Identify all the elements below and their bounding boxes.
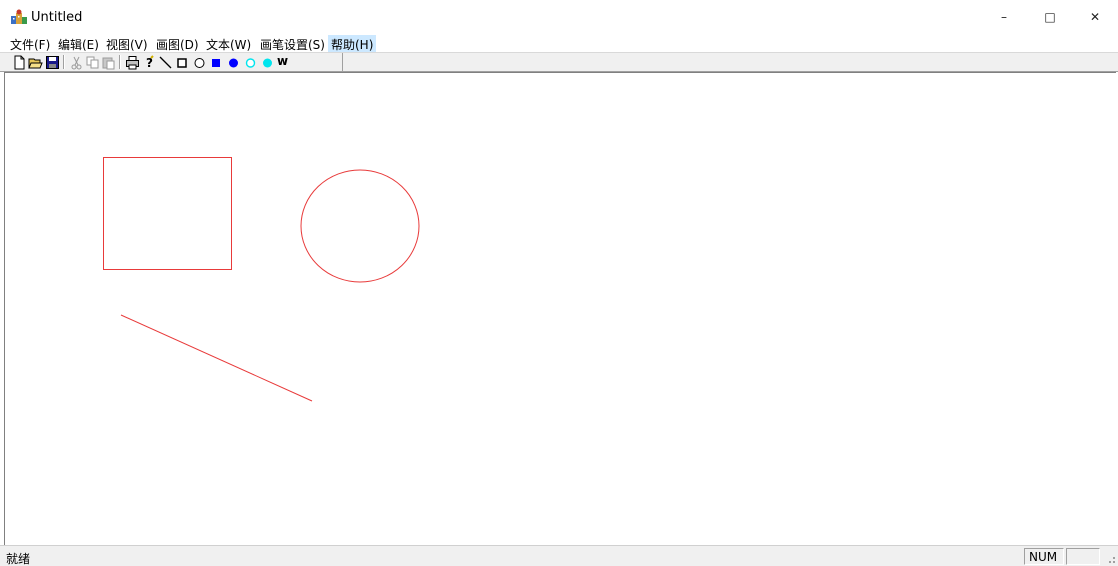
num-lock-indicator: NUM xyxy=(1024,548,1064,565)
open-folder-icon[interactable] xyxy=(28,55,43,70)
new-document-icon[interactable] xyxy=(12,55,27,70)
menu-file[interactable]: 文件(F) xyxy=(7,35,53,52)
cyan-ellipse-tool-icon[interactable] xyxy=(260,55,275,70)
menu-text[interactable]: 文本(W) xyxy=(203,35,254,52)
text-tool-icon[interactable]: w xyxy=(277,54,292,69)
cyan-rectangle-tool-icon[interactable] xyxy=(243,55,258,70)
close-icon: ✕ xyxy=(1089,10,1101,24)
copy-icon[interactable] xyxy=(85,55,100,70)
toolbar-buttons: ? w xyxy=(8,53,343,71)
help-icon[interactable]: ? xyxy=(142,55,157,70)
status-message: 就绪 xyxy=(6,552,31,566)
toolbar-separator xyxy=(119,55,121,69)
line-tool-icon[interactable] xyxy=(158,55,173,70)
minimize-button[interactable]: – xyxy=(981,0,1027,34)
filled-ellipse-tool-icon[interactable] xyxy=(226,55,241,70)
drawing-canvas[interactable] xyxy=(4,72,1116,545)
menu-view[interactable]: 视图(V) xyxy=(103,35,151,52)
rectangle-tool-icon[interactable] xyxy=(175,55,190,70)
status-bar: 就绪 NUM xyxy=(0,545,1118,566)
resize-grip-icon[interactable] xyxy=(1104,552,1116,564)
maximize-icon: □ xyxy=(1044,10,1056,24)
drawn-ellipse[interactable] xyxy=(300,169,420,283)
menu-pen-settings[interactable]: 画笔设置(S) xyxy=(257,35,328,52)
paste-icon[interactable] xyxy=(101,55,116,70)
toolbar-separator xyxy=(63,55,65,69)
title-bar: Untitled – □ ✕ xyxy=(0,0,1118,34)
print-icon[interactable] xyxy=(125,55,140,70)
toolbar: ? w xyxy=(0,53,1118,72)
menu-help[interactable]: 帮助(H) xyxy=(328,35,377,52)
save-icon[interactable] xyxy=(45,55,60,70)
drawn-line[interactable] xyxy=(120,314,313,402)
status-pane-empty xyxy=(1066,548,1100,565)
menu-bar: 文件(F) 编辑(E) 视图(V) 画图(D) 文本(W) 画笔设置(S) 帮助… xyxy=(0,34,1118,53)
minimize-icon: – xyxy=(1001,10,1007,24)
app-icon[interactable] xyxy=(10,9,28,25)
cut-icon[interactable] xyxy=(69,55,84,70)
window-title: Untitled xyxy=(31,10,83,25)
filled-rectangle-tool-icon[interactable] xyxy=(209,55,224,70)
ellipse-tool-icon[interactable] xyxy=(192,55,207,70)
menu-draw[interactable]: 画图(D) xyxy=(153,35,202,52)
maximize-button[interactable]: □ xyxy=(1027,0,1073,34)
close-button[interactable]: ✕ xyxy=(1072,0,1118,34)
menu-edit[interactable]: 编辑(E) xyxy=(55,35,102,52)
drawn-rectangle[interactable] xyxy=(103,157,232,270)
